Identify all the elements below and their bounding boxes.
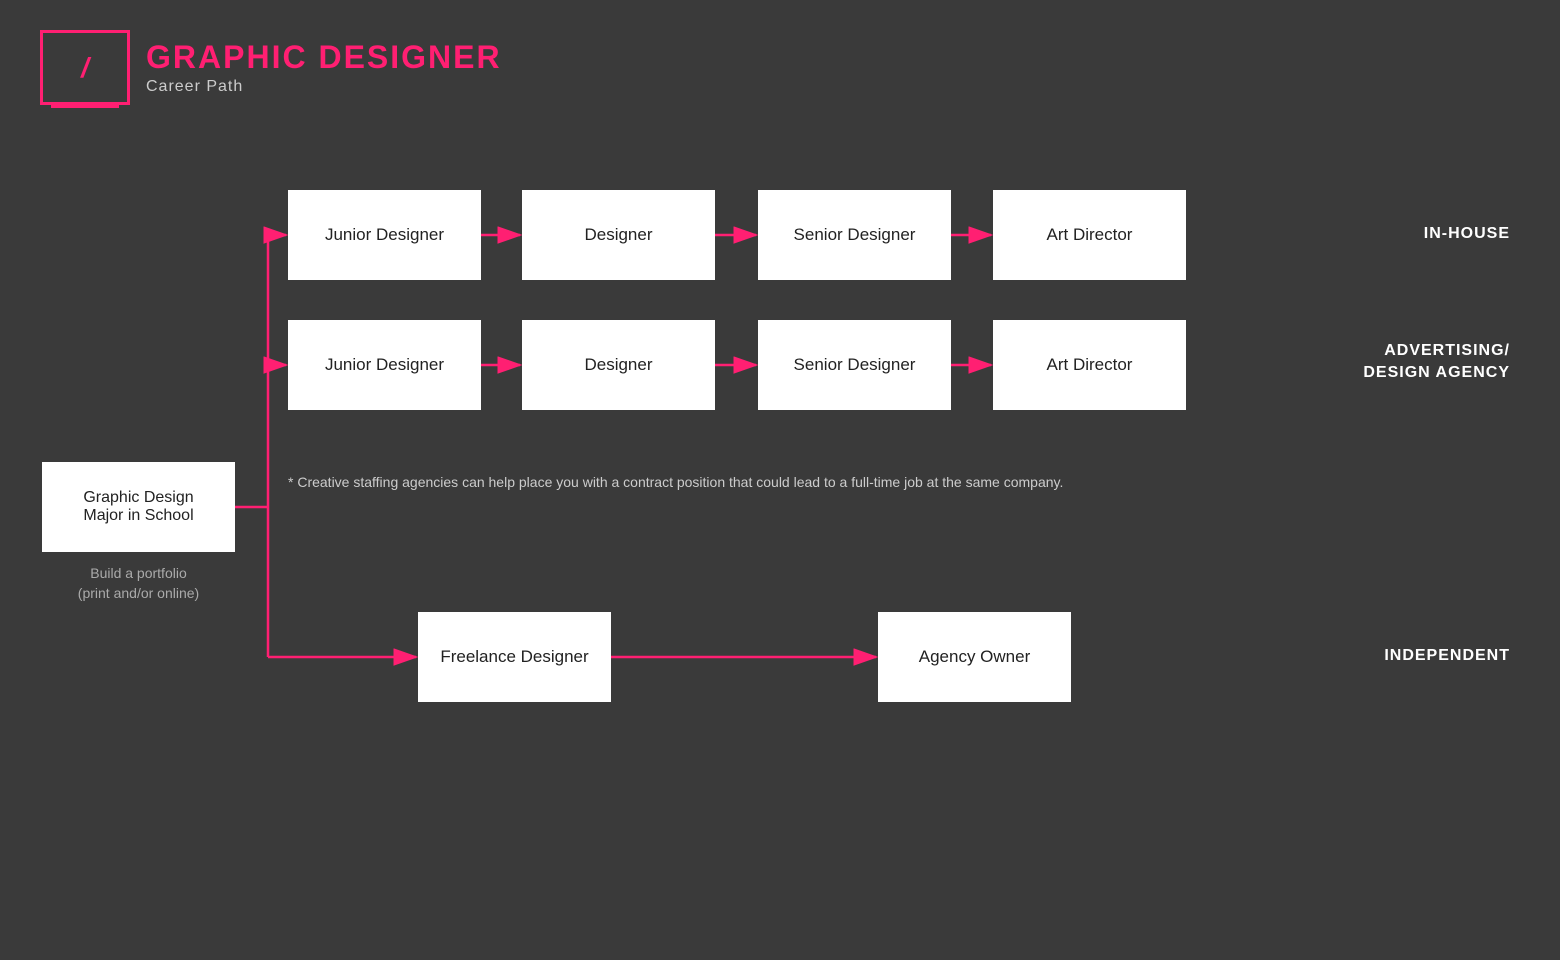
box-label: Junior Designer	[325, 225, 444, 245]
label-independent: INDEPENDENT	[1384, 647, 1510, 665]
start-box: Graphic DesignMajor in School	[42, 462, 235, 552]
box-label: Junior Designer	[325, 355, 444, 375]
box-inhouse-artdirector: Art Director	[993, 190, 1186, 280]
box-agency-designer: Designer	[522, 320, 715, 410]
box-label: Art Director	[1047, 225, 1133, 245]
box-label: Senior Designer	[794, 225, 916, 245]
box-agency-artdirector: Art Director	[993, 320, 1186, 410]
note-content: * Creative staffing agencies can help pl…	[288, 474, 1063, 490]
title-group: GRAPHIC DESIGNER Career Path	[146, 39, 502, 96]
label-agency-text: ADVERTISING/DESIGN AGENCY	[1363, 342, 1510, 381]
page-title: GRAPHIC DESIGNER	[146, 39, 502, 76]
box-independent-agencyowner: Agency Owner	[878, 612, 1071, 702]
note-text: * Creative staffing agencies can help pl…	[288, 474, 1063, 490]
box-label: Agency Owner	[919, 647, 1031, 667]
label-inhouse-text: IN-HOUSE	[1424, 225, 1510, 242]
logo-icon: /	[81, 52, 89, 84]
box-label: Senior Designer	[794, 355, 916, 375]
page-subtitle: Career Path	[146, 78, 502, 96]
box-inhouse-designer: Designer	[522, 190, 715, 280]
label-inhouse: IN-HOUSE	[1424, 225, 1510, 243]
box-inhouse-senior: Senior Designer	[758, 190, 951, 280]
box-independent-freelance: Freelance Designer	[418, 612, 611, 702]
box-label: Designer	[584, 355, 652, 375]
portfolio-label: Build a portfolio(print and/or online)	[78, 565, 199, 601]
logo-box: /	[40, 30, 130, 105]
portfolio-text: Build a portfolio(print and/or online)	[42, 564, 235, 603]
start-box-label: Graphic DesignMajor in School	[83, 489, 193, 525]
box-agency-junior: Junior Designer	[288, 320, 481, 410]
label-independent-text: INDEPENDENT	[1384, 647, 1510, 664]
box-label: Designer	[584, 225, 652, 245]
page-header: / GRAPHIC DESIGNER Career Path	[40, 30, 502, 105]
box-label: Freelance Designer	[440, 647, 588, 667]
box-label: Art Director	[1047, 355, 1133, 375]
label-agency: ADVERTISING/DESIGN AGENCY	[1363, 340, 1510, 385]
box-agency-senior: Senior Designer	[758, 320, 951, 410]
box-inhouse-junior: Junior Designer	[288, 190, 481, 280]
